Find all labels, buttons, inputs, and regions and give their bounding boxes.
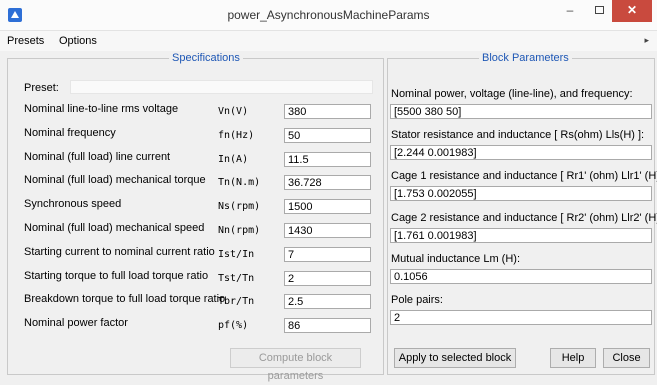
block-label-nominal: Nominal power, voltage (line-line), and … (391, 88, 633, 100)
spec-input-voltage[interactable]: 380 (284, 104, 371, 119)
spec-label-breakdown-torque: Breakdown torque to full load torque rat… (24, 293, 226, 305)
spec-label-mech-speed: Nominal (full load) mechanical speed (24, 222, 205, 234)
spec-symbol-start-current: Ist/In (218, 249, 255, 260)
block-input-nominal[interactable]: [5500 380 50] (390, 104, 652, 119)
spec-label-current: Nominal (full load) line current (24, 151, 171, 163)
spec-symbol-start-torque: Tst/Tn (218, 273, 255, 284)
spec-input-torque[interactable]: 36.728 (284, 175, 371, 190)
apply-to-block-button[interactable]: Apply to selected block (394, 348, 516, 368)
spec-input-frequency[interactable]: 50 (284, 128, 371, 143)
chevron-right-icon[interactable]: ▸ (644, 35, 649, 46)
title-bar: power_AsynchronousMachineParams – ✕ (0, 0, 657, 31)
block-label-pole-pairs: Pole pairs: (391, 294, 443, 306)
block-label-mutual: Mutual inductance Lm (H): (391, 253, 520, 265)
block-input-cage1[interactable]: [1.753 0.002055] (390, 186, 652, 201)
compute-parameters-button[interactable]: Compute block parameters (230, 348, 361, 382)
preset-label: Preset: (24, 82, 59, 94)
spec-label-start-current: Starting current to nominal current rati… (24, 246, 215, 258)
spec-symbol-breakdown-torque: Tbr/Tn (218, 296, 255, 307)
spec-symbol-voltage: Vn(V) (218, 106, 249, 117)
spec-label-frequency: Nominal frequency (24, 127, 116, 139)
spec-input-breakdown-torque[interactable]: 2.5 (284, 294, 371, 309)
spec-symbol-current: In(A) (218, 154, 249, 165)
block-parameters-title: Block Parameters (479, 52, 572, 64)
spec-input-start-torque[interactable]: 2 (284, 271, 371, 286)
spec-symbol-torque: Tn(N.m) (218, 177, 261, 188)
spec-input-power-factor[interactable]: 86 (284, 318, 371, 333)
spec-label-power-factor: Nominal power factor (24, 317, 128, 329)
menu-options[interactable]: Options (59, 35, 97, 47)
specifications-title: Specifications (169, 52, 243, 64)
spec-input-sync-speed[interactable]: 1500 (284, 199, 371, 214)
spec-input-start-current[interactable]: 7 (284, 247, 371, 262)
close-button[interactable]: Close (603, 348, 650, 368)
spec-label-voltage: Nominal line-to-line rms voltage (24, 103, 179, 115)
spec-input-mech-speed[interactable]: 1430 (284, 223, 371, 238)
close-window-button[interactable]: ✕ (612, 0, 652, 22)
menu-bar: Presets Options ▸ (0, 31, 657, 51)
minimize-icon: – (566, 3, 574, 17)
block-input-cage2[interactable]: [1.761 0.001983] (390, 228, 652, 243)
block-input-pole-pairs[interactable]: 2 (390, 310, 652, 325)
spec-symbol-mech-speed: Nn(rpm) (218, 225, 261, 236)
spec-symbol-power-factor: pf(%) (218, 320, 249, 331)
block-label-cage2: Cage 2 resistance and inductance [ Rr2' … (391, 212, 657, 224)
spec-symbol-frequency: fn(Hz) (218, 130, 255, 141)
menu-presets[interactable]: Presets (7, 35, 44, 47)
spec-label-start-torque: Starting torque to full load torque rati… (24, 270, 209, 282)
maximize-button[interactable] (586, 0, 612, 22)
close-icon: ✕ (626, 3, 638, 17)
spec-symbol-sync-speed: Ns(rpm) (218, 201, 261, 212)
spec-label-torque: Nominal (full load) mechanical torque (24, 174, 206, 186)
block-label-cage1: Cage 1 resistance and inductance [ Rr1' … (391, 170, 657, 182)
maximize-icon (594, 6, 604, 14)
block-input-stator[interactable]: [2.244 0.001983] (390, 145, 652, 160)
spec-input-current[interactable]: 11.5 (284, 152, 371, 167)
block-label-stator: Stator resistance and inductance [ Rs(oh… (391, 129, 645, 141)
help-button[interactable]: Help (550, 348, 596, 368)
preset-field[interactable] (70, 80, 373, 94)
block-input-mutual[interactable]: 0.1056 (390, 269, 652, 284)
spec-label-sync-speed: Synchronous speed (24, 198, 122, 210)
minimize-button[interactable]: – (556, 0, 584, 22)
